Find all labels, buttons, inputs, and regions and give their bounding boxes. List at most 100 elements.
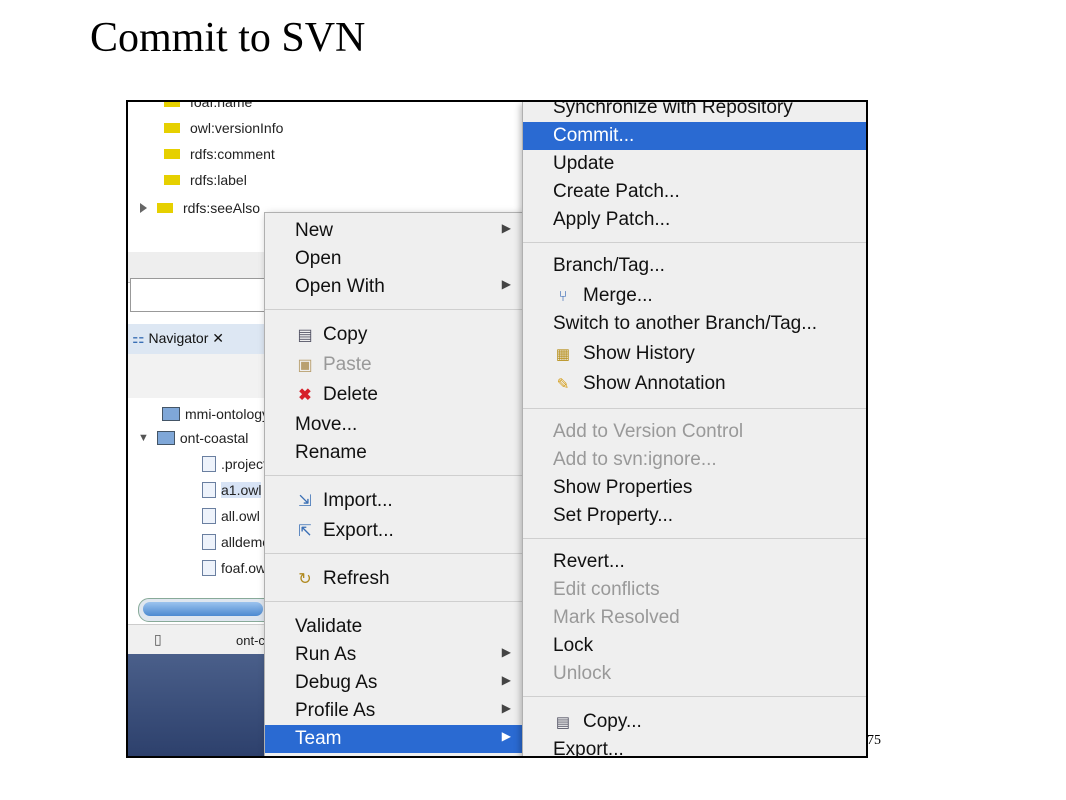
menu-item-label: New bbox=[295, 220, 334, 241]
menu-item-synchronize[interactable]: Synchronize with Repository bbox=[523, 100, 866, 122]
menu-item-label: Open With bbox=[295, 276, 385, 297]
tree-item[interactable]: .project bbox=[202, 452, 267, 476]
tree-item[interactable]: ▼ ont-coastal bbox=[138, 426, 248, 450]
menu-item-rename[interactable]: Rename bbox=[265, 439, 523, 467]
menu-item-import[interactable]: ⇲ Import... bbox=[265, 487, 523, 515]
menu-item-add-to-version-control[interactable]: Add to Version Control bbox=[523, 418, 866, 446]
menu-item-label: Add to svn:ignore... bbox=[553, 449, 717, 470]
menu-item-debug-as[interactable]: Debug As ▶ bbox=[265, 669, 523, 697]
menu-item-validate[interactable]: Validate bbox=[265, 613, 523, 641]
tree-item-label: a1.owl bbox=[221, 482, 262, 498]
menu-item-merge[interactable]: ⑂ Merge... bbox=[523, 282, 866, 310]
navigator-icon: ⚏ bbox=[132, 330, 145, 346]
menu-separator bbox=[523, 242, 866, 243]
menu-item-update[interactable]: Update bbox=[523, 150, 866, 178]
property-icon bbox=[164, 175, 180, 185]
menu-separator bbox=[523, 408, 866, 409]
menu-item-run-as[interactable]: Run As ▶ bbox=[265, 641, 523, 669]
tree-item[interactable]: foaf:name bbox=[164, 100, 253, 114]
menu-item-label: Team bbox=[295, 728, 342, 749]
menu-item-branch-tag[interactable]: Branch/Tag... bbox=[523, 252, 866, 280]
menu-item-switch-branch[interactable]: Switch to another Branch/Tag... bbox=[523, 310, 866, 338]
tree-item-label: .project bbox=[221, 456, 267, 472]
menu-item-label: Refresh bbox=[323, 568, 390, 589]
menu-item-label: Update bbox=[553, 153, 615, 174]
collapse-arrow-icon[interactable]: ▼ bbox=[138, 432, 149, 444]
menu-item-refresh[interactable]: ↻ Refresh bbox=[265, 565, 523, 593]
tree-item[interactable]: rdfs:comment bbox=[164, 142, 275, 166]
menu-item-commit[interactable]: Commit... bbox=[523, 122, 866, 150]
menu-item-label: Open bbox=[295, 248, 342, 269]
menu-item-edit-conflicts[interactable]: Edit conflicts bbox=[523, 576, 866, 604]
menu-item-new[interactable]: New ▶ bbox=[265, 217, 523, 245]
scrollbar-thumb[interactable] bbox=[143, 602, 263, 616]
menu-item-show-annotation[interactable]: ✎ Show Annotation bbox=[523, 370, 866, 398]
menu-item-label: Synchronize with Repository bbox=[553, 100, 793, 118]
menu-item-label: Lock bbox=[553, 635, 594, 656]
menu-separator bbox=[523, 696, 866, 697]
menu-item-unlock[interactable]: Unlock bbox=[523, 660, 866, 688]
menu-item-export[interactable]: ⇱ Export... bbox=[265, 517, 523, 545]
menu-item-create-patch[interactable]: Create Patch... bbox=[523, 178, 866, 206]
tree-item[interactable]: rdfs:label bbox=[164, 168, 247, 192]
menu-item-label: Mark Resolved bbox=[553, 607, 680, 628]
menu-item-label: Run As bbox=[295, 644, 357, 665]
submenu-arrow-icon: ▶ bbox=[501, 673, 511, 687]
menu-item-label: Copy... bbox=[583, 711, 642, 732]
menu-item-team[interactable]: Team ▶ bbox=[265, 725, 523, 753]
tree-item-label: foaf:name bbox=[190, 100, 253, 110]
refresh-icon: ↻ bbox=[298, 571, 312, 588]
tree-item-label: all.owl bbox=[221, 508, 260, 524]
submenu-arrow-icon: ▶ bbox=[501, 277, 511, 291]
menu-item-add-to-svn-ignore[interactable]: Add to svn:ignore... bbox=[523, 446, 866, 474]
menu-item-set-property[interactable]: Set Property... bbox=[523, 502, 866, 530]
context-menu: New ▶ Open Open With ▶ ▤ Copy ▣ Paste ✖ Delet… bbox=[264, 212, 524, 756]
menu-separator bbox=[265, 553, 523, 554]
page-number: 75 bbox=[867, 733, 881, 748]
property-icon bbox=[164, 149, 180, 159]
menu-item-move[interactable]: Move... bbox=[265, 411, 523, 439]
menu-item-lock[interactable]: Lock bbox=[523, 632, 866, 660]
team-submenu: Synchronize with Repository Commit... Up… bbox=[522, 100, 866, 756]
menu-item-copy[interactable]: ▤ Copy... bbox=[523, 708, 866, 736]
menu-item-label: Commit... bbox=[553, 125, 635, 146]
menu-item-open-with[interactable]: Open With ▶ bbox=[265, 273, 523, 301]
menu-item-label: Apply Patch... bbox=[553, 209, 671, 230]
menu-item-show-properties[interactable]: Show Properties bbox=[523, 474, 866, 502]
status-icon: ▯ bbox=[154, 631, 162, 647]
annotation-icon: ✎ bbox=[556, 376, 570, 393]
export-icon: ⇱ bbox=[298, 523, 312, 540]
tree-item[interactable]: foaf.owl bbox=[202, 556, 269, 580]
menu-item-label: Validate bbox=[295, 616, 363, 637]
menu-item-open[interactable]: Open bbox=[265, 245, 523, 273]
menu-item-label: Switch to another Branch/Tag... bbox=[553, 313, 818, 334]
file-icon bbox=[202, 508, 216, 524]
menu-item-mark-resolved[interactable]: Mark Resolved bbox=[523, 604, 866, 632]
tree-item-label: rdfs:comment bbox=[190, 146, 275, 162]
close-icon[interactable]: ✕ bbox=[212, 330, 224, 346]
menu-item-delete[interactable]: ✖ Delete bbox=[265, 381, 523, 409]
menu-item-apply-patch[interactable]: Apply Patch... bbox=[523, 206, 866, 234]
menu-item-copy[interactable]: ▤ Copy bbox=[265, 321, 523, 349]
tree-item[interactable]: owl:versionInfo bbox=[164, 116, 283, 140]
menu-item-export[interactable]: Export... bbox=[523, 736, 866, 756]
history-icon: ▦ bbox=[555, 346, 571, 363]
menu-item-revert[interactable]: Revert... bbox=[523, 548, 866, 576]
property-icon bbox=[164, 123, 180, 133]
tree-item[interactable]: a1.owl bbox=[202, 478, 262, 502]
menu-separator bbox=[265, 601, 523, 602]
menu-item-paste[interactable]: ▣ Paste bbox=[265, 351, 523, 379]
menu-item-show-history[interactable]: ▦ Show History bbox=[523, 340, 866, 368]
tree-item[interactable]: all.owl bbox=[202, 504, 260, 528]
menu-item-label: Delete bbox=[323, 384, 378, 405]
property-icon bbox=[164, 102, 180, 107]
menu-item-profile-as[interactable]: Profile As ▶ bbox=[265, 697, 523, 725]
menu-item-label: Show Annotation bbox=[583, 373, 726, 394]
menu-item-label: Profile As bbox=[295, 700, 376, 721]
tree-item[interactable]: rdfs:seeAlso bbox=[140, 196, 260, 220]
tree-item-label: foaf.owl bbox=[221, 560, 270, 576]
import-icon: ⇲ bbox=[298, 493, 312, 510]
menu-item-label: Set Property... bbox=[553, 505, 674, 526]
menu-item-label: Merge... bbox=[583, 285, 653, 306]
expand-arrow-icon[interactable] bbox=[140, 203, 147, 213]
